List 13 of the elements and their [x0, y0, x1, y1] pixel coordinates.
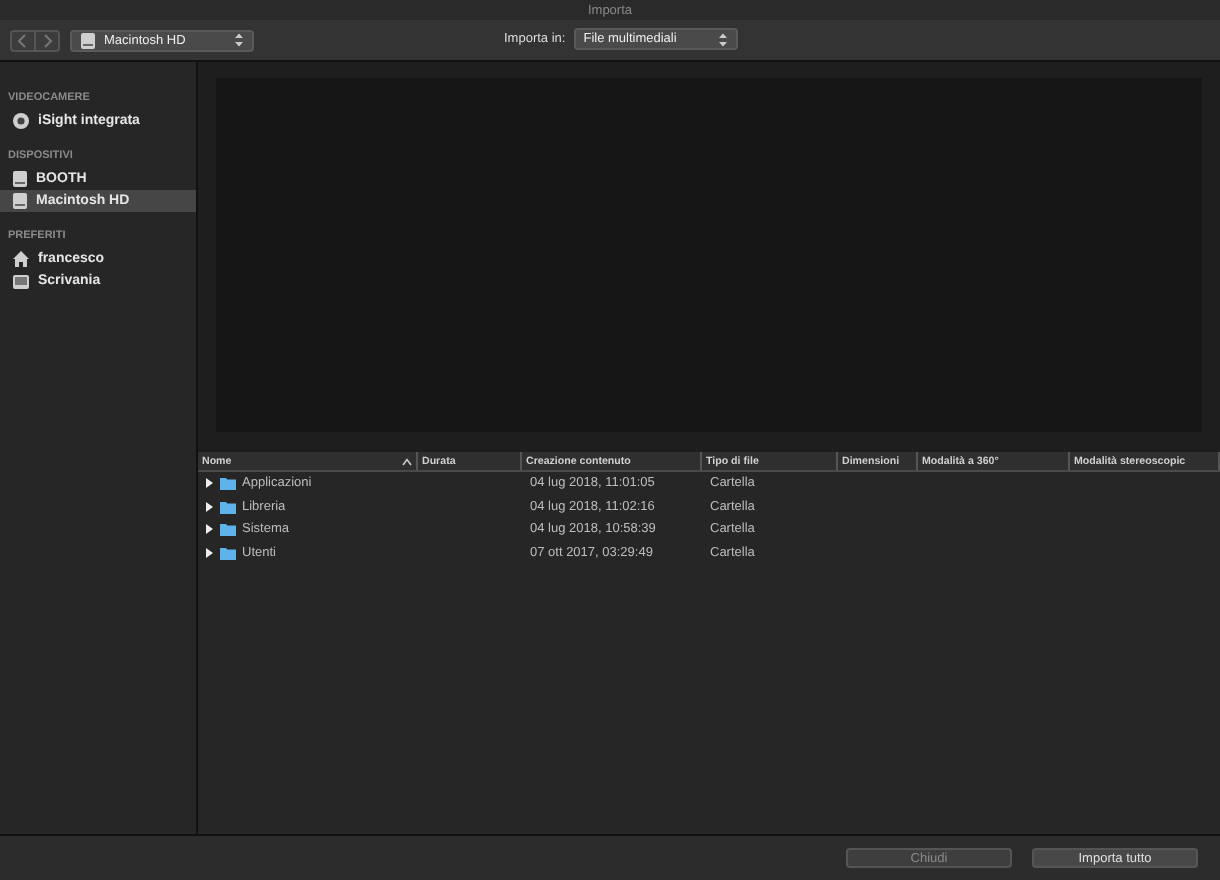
- desktop-icon: [12, 273, 30, 289]
- drive-icon: [12, 170, 28, 188]
- disclosure-triangle-icon[interactable]: [204, 501, 214, 512]
- disclosure-triangle-icon[interactable]: [204, 524, 214, 535]
- disclosure-triangle-icon[interactable]: [204, 478, 214, 489]
- drive-icon: [80, 31, 96, 49]
- updown-arrows-icon: [234, 32, 244, 48]
- drive-icon: [12, 192, 28, 210]
- camera-icon: [12, 112, 30, 130]
- updown-arrows-icon: [717, 31, 728, 47]
- disclosure-triangle-icon[interactable]: [204, 547, 214, 558]
- forward-arrow-icon[interactable]: [34, 31, 58, 49]
- house-icon: [12, 250, 30, 268]
